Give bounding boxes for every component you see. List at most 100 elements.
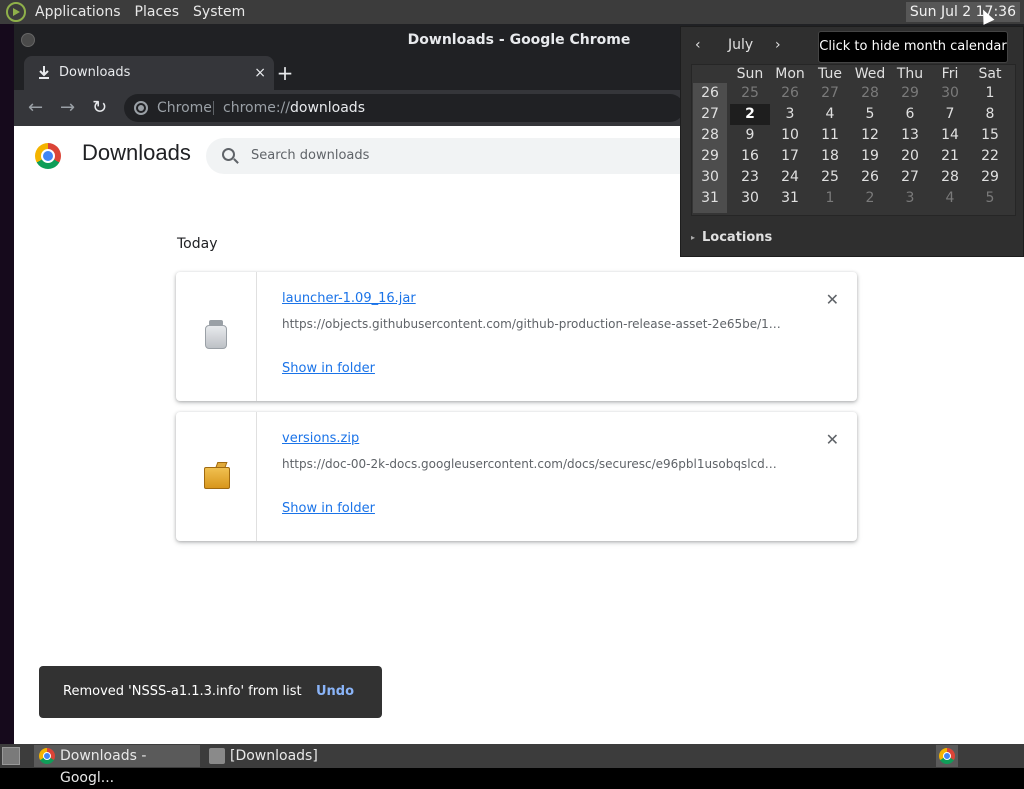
calendar-day[interactable]: 19 xyxy=(850,146,890,167)
calendar-day[interactable]: 16 xyxy=(730,146,770,167)
tray-chrome[interactable] xyxy=(936,745,958,767)
back-arrow-icon[interactable]: ← xyxy=(28,90,43,126)
top-panel: Applications Places System Sun Jul 2 17:… xyxy=(0,0,1024,24)
show-in-folder-link[interactable]: Show in folder xyxy=(282,361,375,376)
week-number: 26 xyxy=(701,85,719,101)
tab-close-icon[interactable]: × xyxy=(254,56,266,90)
search-downloads-input[interactable]: Search downloads xyxy=(206,138,726,174)
reload-icon[interactable]: ↻ xyxy=(92,90,107,126)
locations-expander[interactable]: Locations xyxy=(702,230,772,245)
calendar-day[interactable]: 17 xyxy=(770,146,810,167)
undo-button[interactable]: Undo xyxy=(316,666,354,718)
toast-message: Removed 'NSSS-a1.1.3.info' from list xyxy=(63,684,302,699)
calendar-day[interactable]: 27 xyxy=(810,83,850,104)
calendar-day[interactable]: 18 xyxy=(810,146,850,167)
forward-arrow-icon[interactable]: → xyxy=(60,90,75,126)
calendar-day[interactable]: 29 xyxy=(970,167,1010,188)
download-source-url: https://doc-00-2k-docs.googleusercontent… xyxy=(282,457,782,471)
url-text[interactable]: chrome://downloads xyxy=(223,94,365,122)
calendar-day[interactable]: 3 xyxy=(770,104,810,125)
calendar-day[interactable]: 10 xyxy=(770,125,810,146)
taskbar-item-downloads-folder[interactable]: [Downloads] xyxy=(204,745,344,767)
month-label: July xyxy=(728,37,754,53)
tab-downloads[interactable]: Downloads × xyxy=(24,56,274,90)
calendar-day[interactable]: 14 xyxy=(930,125,970,146)
calendar-day[interactable]: 27 xyxy=(890,167,930,188)
show-desktop-icon[interactable] xyxy=(2,747,20,765)
calendar-day[interactable]: 20 xyxy=(890,146,930,167)
calendar-day[interactable]: 31 xyxy=(770,188,810,209)
calendar-day[interactable]: 15 xyxy=(970,125,1010,146)
calendar-day[interactable]: 26 xyxy=(850,167,890,188)
calendar-day[interactable]: 5 xyxy=(850,104,890,125)
calendar-day[interactable]: 28 xyxy=(850,83,890,104)
search-placeholder: Search downloads xyxy=(251,148,370,163)
search-icon xyxy=(222,148,235,161)
file-icon-column xyxy=(176,412,257,541)
folder-icon xyxy=(209,748,225,764)
chrome-icon xyxy=(39,748,55,764)
calendar-day[interactable]: 5 xyxy=(970,188,1010,209)
calendar-day[interactable]: 22 xyxy=(970,146,1010,167)
calendar-day[interactable]: 1 xyxy=(810,188,850,209)
taskbar-item-chrome[interactable]: Downloads - Googl... xyxy=(34,745,200,786)
calendar-day[interactable]: 9 xyxy=(730,125,770,146)
calendar-day[interactable]: 13 xyxy=(890,125,930,146)
calendar-day[interactable]: 28 xyxy=(930,167,970,188)
calendar-day[interactable]: 2 xyxy=(850,188,890,209)
calendar-day[interactable]: 25 xyxy=(810,167,850,188)
download-item: launcher-1.09_16.jar https://objects.git… xyxy=(176,272,857,401)
menu-system[interactable]: System xyxy=(186,0,252,24)
url-host: downloads xyxy=(290,100,365,116)
calendar-day[interactable]: 30 xyxy=(930,83,970,104)
calendar-day[interactable]: 30 xyxy=(730,188,770,209)
calendar-day[interactable]: 2 xyxy=(730,104,770,125)
next-month-button[interactable]: › xyxy=(775,33,781,57)
calendar-day[interactable]: 24 xyxy=(770,167,810,188)
download-filename-link[interactable]: launcher-1.09_16.jar xyxy=(282,291,416,306)
panel-clock[interactable]: Sun Jul 2 17:36 xyxy=(905,2,1020,22)
download-filename-link[interactable]: versions.zip xyxy=(282,431,359,446)
window-title: Downloads - Google Chrome xyxy=(407,32,631,48)
calendar-day[interactable]: 12 xyxy=(850,125,890,146)
remove-download-icon[interactable]: ✕ xyxy=(826,290,839,309)
download-item: versions.zip https://doc-00-2k-docs.goog… xyxy=(176,412,857,541)
calendar-day[interactable]: 7 xyxy=(930,104,970,125)
weekday-header: Thu xyxy=(896,66,924,82)
expand-arrow-icon[interactable]: ▸ xyxy=(691,233,695,242)
calendar-day[interactable]: 29 xyxy=(890,83,930,104)
window-menu-icon[interactable] xyxy=(21,33,35,47)
weekday-header: Fri xyxy=(941,66,959,82)
chrome-site-icon[interactable] xyxy=(134,101,148,115)
calendar-day[interactable]: 4 xyxy=(810,104,850,125)
calendar-day[interactable]: 1 xyxy=(970,83,1010,104)
chrome-logo-icon xyxy=(35,143,61,169)
week-number: 29 xyxy=(701,148,719,164)
menu-places[interactable]: Places xyxy=(128,0,187,24)
address-bar[interactable]: Chrome chrome://downloads xyxy=(124,94,684,122)
distro-logo-icon[interactable] xyxy=(6,2,26,22)
week-number: 30 xyxy=(701,169,719,185)
month-navigation: ‹ July › xyxy=(681,33,801,57)
calendar-day[interactable]: 26 xyxy=(770,83,810,104)
tooltip: Click to hide month calendar xyxy=(818,31,1008,63)
toast-notification: Removed 'NSSS-a1.1.3.info' from list Und… xyxy=(39,666,382,718)
calendar-day[interactable]: 4 xyxy=(930,188,970,209)
new-tab-button[interactable]: + xyxy=(274,56,296,90)
show-in-folder-link[interactable]: Show in folder xyxy=(282,501,375,516)
page-title: Downloads xyxy=(82,140,191,165)
calendar-day[interactable]: 11 xyxy=(810,125,850,146)
previous-month-button[interactable]: ‹ xyxy=(695,33,701,57)
weekday-header: Mon xyxy=(775,66,805,82)
menu-applications[interactable]: Applications xyxy=(28,0,128,24)
calendar-day[interactable]: 25 xyxy=(730,83,770,104)
calendar-day[interactable]: 21 xyxy=(930,146,970,167)
calendar-day[interactable]: 3 xyxy=(890,188,930,209)
calendar-day[interactable]: 23 xyxy=(730,167,770,188)
month-calendar-grid: Sun Mon Tue Wed Thu Fri Sat 26 27 28 29 30 31 25 26 27 2… xyxy=(691,64,1016,216)
weekday-header: Wed xyxy=(854,66,886,82)
download-icon xyxy=(39,66,49,79)
calendar-day[interactable]: 6 xyxy=(890,104,930,125)
remove-download-icon[interactable]: ✕ xyxy=(826,430,839,449)
calendar-day[interactable]: 8 xyxy=(970,104,1010,125)
